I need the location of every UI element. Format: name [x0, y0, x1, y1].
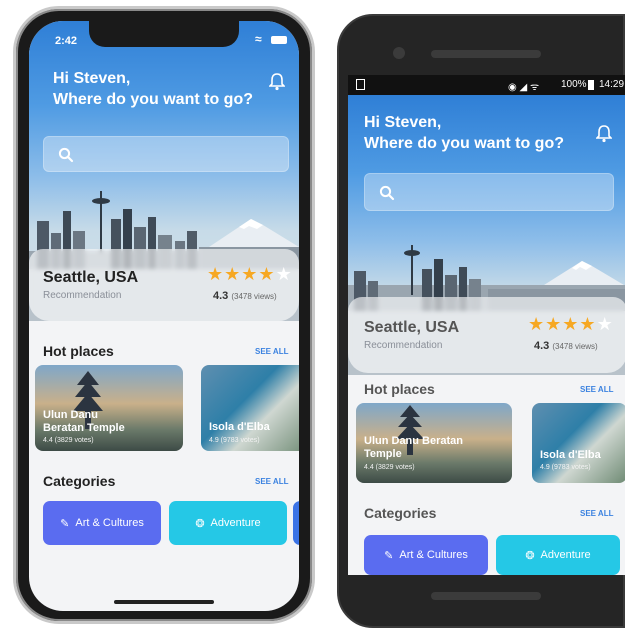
recommendation-card[interactable]: Seattle, USA Recommendation ★★★★★ 4.3 (3…	[348, 297, 625, 373]
battery-percent: 100%	[561, 79, 587, 90]
android-status-bar: ◉ ◢ ᯤ 100% 14:29	[348, 75, 625, 95]
category-art-cultures[interactable]: ✎ Art & Cultures	[364, 535, 488, 575]
bottom-speaker	[431, 592, 541, 600]
place-name: Ulun Danu Beratan Temple	[43, 409, 125, 435]
sim-icon	[356, 79, 365, 90]
category-art-cultures[interactable]: ✎ Art & Cultures	[43, 501, 161, 545]
bell-icon[interactable]	[268, 73, 286, 96]
search-input[interactable]	[82, 145, 282, 165]
place-card[interactable]: Ulun Danu Beratan Temple 4.4 (3829 votes…	[356, 403, 512, 483]
category-label: Adventure	[540, 549, 591, 561]
category-partial[interactable]	[293, 501, 299, 545]
status-time: 14:29	[599, 79, 625, 90]
place-votes: 4.4 (3829 votes)	[364, 464, 415, 471]
rating-value: 4.3 (3478 views)	[213, 290, 277, 302]
category-adventure[interactable]: ❂ Adventure	[496, 535, 620, 575]
android-screen: ◉ ◢ ᯤ 100% 14:29 Hi Steven, Where do you…	[348, 75, 625, 575]
rating-views: (3478 views)	[552, 342, 598, 351]
iphone-device: 2:42 ≈ Hi Steven, Where do you want to g…	[13, 6, 315, 624]
recommendation-city: Seattle, USA	[43, 269, 139, 286]
place-name-line: Beratan Temple	[43, 422, 125, 435]
home-indicator	[114, 600, 214, 604]
greeting-line1: Hi Steven,	[53, 70, 131, 87]
bell-icon[interactable]	[595, 125, 613, 148]
place-card[interactable]: Isola d'Elba 4.9 (9783 votes)	[201, 365, 299, 451]
star-icon: ★	[224, 264, 242, 284]
rating-number: 4.3	[534, 340, 550, 352]
star-icon: ★	[258, 264, 276, 284]
status-time: 2:42	[55, 35, 78, 47]
android-device: ◉ ◢ ᯤ 100% 14:29 Hi Steven, Where do you…	[337, 14, 625, 628]
star-empty-icon: ★	[596, 314, 614, 334]
categories-title: Categories	[43, 473, 116, 489]
earpiece	[431, 50, 541, 58]
iphone-screen: 2:42 ≈ Hi Steven, Where do you want to g…	[29, 21, 299, 611]
recommendation-city: Seattle, USA	[364, 319, 460, 336]
paintbrush-icon: ✎	[60, 517, 70, 530]
battery-icon	[271, 36, 287, 44]
place-name-line: Temple	[364, 448, 402, 461]
notch	[89, 21, 239, 47]
category-label: Adventure	[210, 517, 261, 529]
place-card[interactable]: Isola d'Elba 4.9 (9783 votes)	[532, 403, 625, 483]
star-icon: ★	[562, 314, 580, 334]
category-label: Art & Cultures	[75, 517, 144, 529]
rating-views: (3478 views)	[231, 292, 277, 301]
star-icon: ★	[241, 264, 259, 284]
place-votes: 4.4 (3829 votes)	[43, 437, 94, 444]
search-bar[interactable]	[364, 173, 614, 211]
front-camera	[393, 47, 405, 59]
star-icon: ★	[579, 314, 597, 334]
search-icon	[58, 147, 74, 163]
place-votes: 4.9 (9783 votes)	[209, 437, 260, 444]
hot-places-see-all[interactable]: SEE ALL	[255, 347, 288, 356]
wifi-icon: ≈	[255, 32, 262, 46]
category-label: Art & Cultures	[399, 549, 468, 561]
rating-stars: ★★★★★	[207, 264, 293, 285]
search-icon	[379, 185, 395, 201]
battery-icon	[588, 80, 594, 90]
recommendation-subtitle: Recommendation	[364, 340, 443, 351]
category-adventure[interactable]: ❂ Adventure	[169, 501, 287, 545]
star-icon: ★	[528, 314, 546, 334]
hot-places-title: Hot places	[43, 343, 114, 359]
place-name-line: Ulun Danu	[43, 409, 98, 421]
search-bar[interactable]	[43, 136, 289, 172]
compass-icon: ❂	[195, 517, 205, 530]
compass-icon: ❂	[525, 549, 535, 562]
star-empty-icon: ★	[275, 264, 293, 284]
greeting: Hi Steven, Where do you want to go?	[53, 69, 253, 111]
categories-see-all[interactable]: SEE ALL	[580, 509, 613, 518]
categories-title: Categories	[364, 505, 437, 521]
greeting-line2: Where do you want to go?	[53, 90, 253, 108]
greeting-line2: Where do you want to go?	[364, 134, 564, 152]
rating-value: 4.3 (3478 views)	[534, 340, 598, 352]
hot-places-title: Hot places	[364, 381, 435, 397]
rating-stars: ★★★★★	[528, 314, 614, 335]
place-name-line: Ulun Danu Beratan	[364, 435, 464, 447]
place-votes: 4.9 (9783 votes)	[540, 464, 591, 471]
hot-places-see-all[interactable]: SEE ALL	[580, 385, 613, 394]
place-name: Ulun Danu Beratan Temple	[364, 435, 463, 461]
star-icon: ★	[207, 264, 225, 284]
recommendation-subtitle: Recommendation	[43, 290, 122, 301]
place-card[interactable]: Ulun Danu Beratan Temple 4.4 (3829 votes…	[35, 365, 183, 451]
signal-icons: ◉ ◢ ᯤ	[508, 82, 540, 93]
recommendation-card[interactable]: Seattle, USA Recommendation ★★★★★ 4.3 (3…	[29, 249, 299, 321]
place-name: Isola d'Elba	[540, 449, 601, 461]
greeting-line1: Hi Steven,	[364, 114, 442, 131]
place-name: Isola d'Elba	[209, 421, 270, 433]
greeting: Hi Steven, Where do you want to go?	[364, 113, 564, 155]
star-icon: ★	[545, 314, 563, 334]
search-input[interactable]	[403, 183, 603, 203]
categories-see-all[interactable]: SEE ALL	[255, 477, 288, 486]
paintbrush-icon: ✎	[384, 549, 394, 562]
rating-number: 4.3	[213, 290, 229, 302]
